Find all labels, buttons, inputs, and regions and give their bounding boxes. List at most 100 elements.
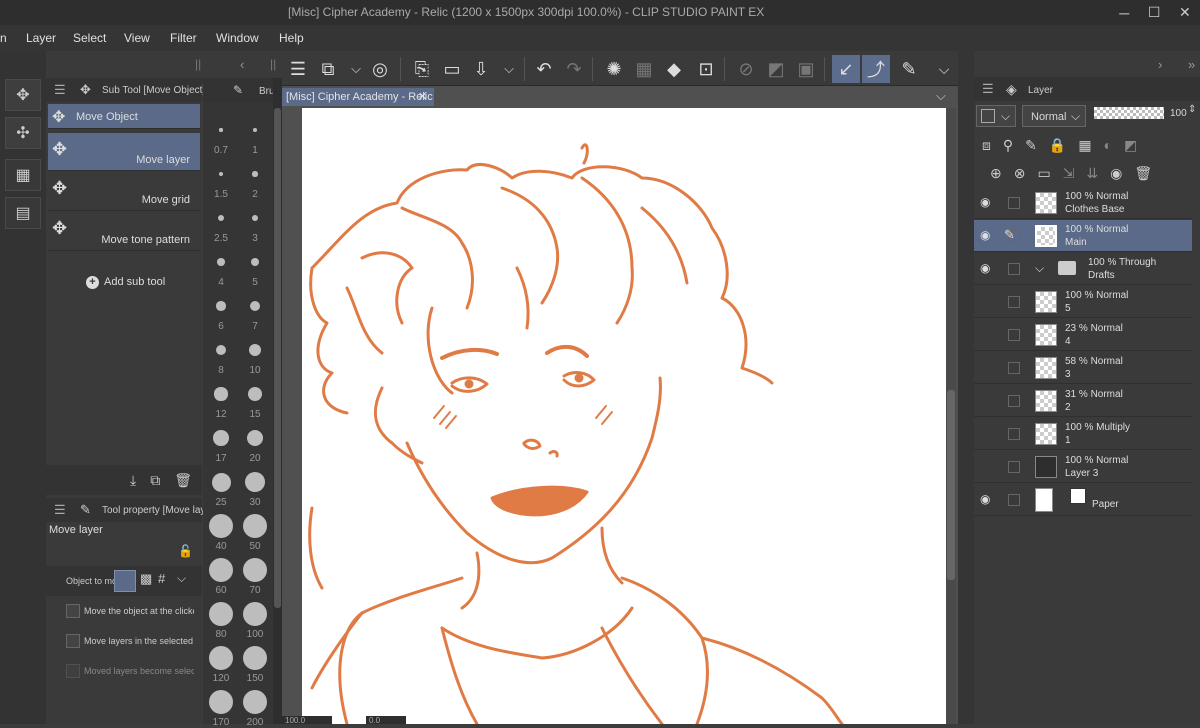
brush-size-dot[interactable] [209, 514, 233, 538]
layer-select-checkbox[interactable] [1008, 395, 1020, 407]
brush-size-dot[interactable] [211, 472, 231, 492]
layer-row[interactable]: 58 % Normal 3 [974, 352, 1192, 384]
grid-tool-icon[interactable]: ▦ [5, 159, 41, 191]
lock-icon[interactable]: 🔓 [178, 544, 193, 558]
brush-size-dot[interactable] [209, 602, 233, 626]
menu-item-view[interactable]: View [124, 31, 150, 45]
transform-icon[interactable]: ⧉ [314, 55, 342, 83]
checkbox-moved-layers-selected[interactable] [66, 664, 80, 678]
layer-row[interactable]: ◉ Paper [974, 484, 1192, 516]
brush-size-dot[interactable] [214, 387, 228, 401]
opacity-slider[interactable] [1094, 107, 1164, 119]
sub-tool-group-move-object[interactable]: ✥ Move Object [48, 104, 200, 129]
chevron-down-icon[interactable]: ⌵ [930, 55, 958, 83]
new-folder-icon[interactable]: ▭ [1037, 165, 1050, 182]
brush-size-dot[interactable] [249, 300, 261, 312]
layer-target-icon[interactable] [114, 570, 136, 592]
menu-item-help[interactable]: Help [279, 31, 304, 45]
brush-size-dot[interactable] [209, 646, 233, 670]
move-tool-icon[interactable]: ✥ [5, 79, 41, 111]
layer-row[interactable]: 100 % Multiply 1 [974, 418, 1192, 450]
eye-icon[interactable]: ◉ [980, 195, 994, 209]
layer-select-checkbox[interactable] [1008, 197, 1020, 209]
mask-icon[interactable]: ◉ [1110, 165, 1122, 182]
sub-tool-move-grid[interactable]: ✥ Move grid [48, 172, 200, 211]
brush-size-dot[interactable] [243, 690, 267, 714]
brush-size-dot[interactable] [218, 171, 224, 177]
lock-transparency-icon[interactable]: ▦ [1078, 137, 1091, 154]
trash-icon[interactable]: 🗑 [1134, 165, 1152, 182]
menu-item-filter[interactable]: Filter [170, 31, 197, 45]
brush-size-dot[interactable] [215, 344, 227, 356]
eye-icon[interactable]: ◉ [980, 492, 994, 506]
open-folder-icon[interactable]: ▭ [438, 55, 466, 83]
brush-size-dot[interactable] [243, 646, 267, 670]
close-icon[interactable]: ✕ [1179, 4, 1191, 21]
brush-size-dot[interactable] [246, 429, 264, 447]
undo-icon[interactable]: ↶ [530, 55, 558, 83]
layer-row[interactable]: ◉ 100 % Normal Clothes Base [974, 187, 1192, 219]
layer-row[interactable]: ◉ ⌵ 100 % Through Drafts [974, 253, 1192, 285]
blend-mode-select[interactable]: Normal ⌵ [1022, 105, 1086, 127]
brush-size-dot[interactable] [217, 258, 225, 266]
pen-line-icon[interactable]: ✎ [895, 55, 923, 83]
panel-menu-icon[interactable]: ☰ [982, 81, 994, 97]
chevron-down-icon[interactable]: ⌵ [495, 55, 523, 83]
export-icon[interactable]: ⇩ [467, 55, 495, 83]
brush-size-dot[interactable] [209, 690, 233, 714]
save-icon[interactable]: ⤓ [130, 472, 136, 489]
brush-size-dot[interactable] [243, 602, 267, 626]
duplicate-icon[interactable]: ⧉ [150, 472, 160, 489]
close-tab-icon[interactable]: ✕ [418, 90, 427, 103]
maximize-icon[interactable]: ☐ [1148, 4, 1161, 21]
brush-size-dot[interactable] [244, 471, 266, 493]
drawing-canvas[interactable] [302, 108, 946, 724]
layer-select-checkbox[interactable] [1008, 362, 1020, 374]
ruler-snap-icon[interactable]: ↙ [832, 55, 860, 83]
scroll-thumb[interactable] [274, 108, 281, 608]
minimize-icon[interactable]: ─ [1119, 5, 1129, 21]
ruler-display-icon[interactable]: ◩ [1124, 137, 1137, 154]
operation-tool-icon[interactable]: ✣ [5, 117, 41, 149]
brush-size-dot[interactable] [248, 343, 261, 356]
new-file-icon[interactable]: ⎘ [408, 55, 436, 83]
canvas-scroll-thumb[interactable] [947, 390, 955, 580]
transfer-lower-icon[interactable]: ⇲ [1063, 165, 1075, 182]
film-tool-icon[interactable]: ▤ [5, 197, 41, 229]
brush-size-dot[interactable] [253, 128, 257, 132]
layer-row[interactable]: ◉ ✎ 100 % Normal Main [974, 220, 1192, 252]
layer-select-checkbox[interactable] [1008, 263, 1020, 275]
layer-select-checkbox[interactable] [1008, 494, 1020, 506]
layer-select-checkbox[interactable] [1008, 296, 1020, 308]
loading-icon[interactable]: ✺ [600, 55, 628, 83]
mask-enable-icon[interactable]: ◐ [1104, 137, 1112, 153]
spiral-icon[interactable]: ◎ [366, 55, 394, 83]
add-sub-tool-button[interactable]: + Add sub tool [86, 276, 165, 289]
chevron-down-icon[interactable]: ⌵ [936, 88, 946, 104]
brush-size-dot[interactable] [247, 386, 263, 402]
menu-icon[interactable]: ☰ [284, 55, 312, 83]
chevron-right-icon[interactable]: › [1158, 57, 1162, 72]
new-raster-layer-icon[interactable]: ⊕ [990, 165, 1002, 182]
brush-size-dot[interactable] [216, 301, 226, 311]
brush-size-scrollbar[interactable] [273, 78, 282, 724]
grid-target-icon[interactable]: # [158, 571, 165, 586]
eye-icon[interactable]: ◉ [980, 261, 994, 275]
layer-select-checkbox[interactable] [1008, 428, 1020, 440]
brush-size-dot[interactable] [251, 214, 259, 222]
new-vector-layer-icon[interactable]: ⊗ [1014, 165, 1026, 182]
menu-item-window[interactable]: Window [216, 31, 259, 45]
checkbox-move-clicked-object[interactable] [66, 604, 80, 618]
menu-item-animation[interactable]: n [0, 31, 7, 45]
layer-row[interactable]: 100 % Normal Layer 3 [974, 451, 1192, 483]
brush-size-dot[interactable] [252, 171, 258, 177]
panel-menu-icon[interactable]: ☰ [54, 502, 66, 518]
merge-icon[interactable]: ⇊ [1086, 165, 1098, 182]
brush-size-dot[interactable] [219, 128, 223, 132]
snap-special-icon[interactable]: ⤴ [862, 55, 890, 83]
layer-select-checkbox[interactable] [1008, 461, 1020, 473]
eye-icon[interactable]: ◉ [980, 228, 994, 242]
panel-menu-icon[interactable]: ☰ [54, 82, 66, 98]
chevron-down-icon[interactable]: ⌵ [1035, 261, 1044, 276]
rotation-field[interactable]: 0.0 [366, 716, 406, 724]
